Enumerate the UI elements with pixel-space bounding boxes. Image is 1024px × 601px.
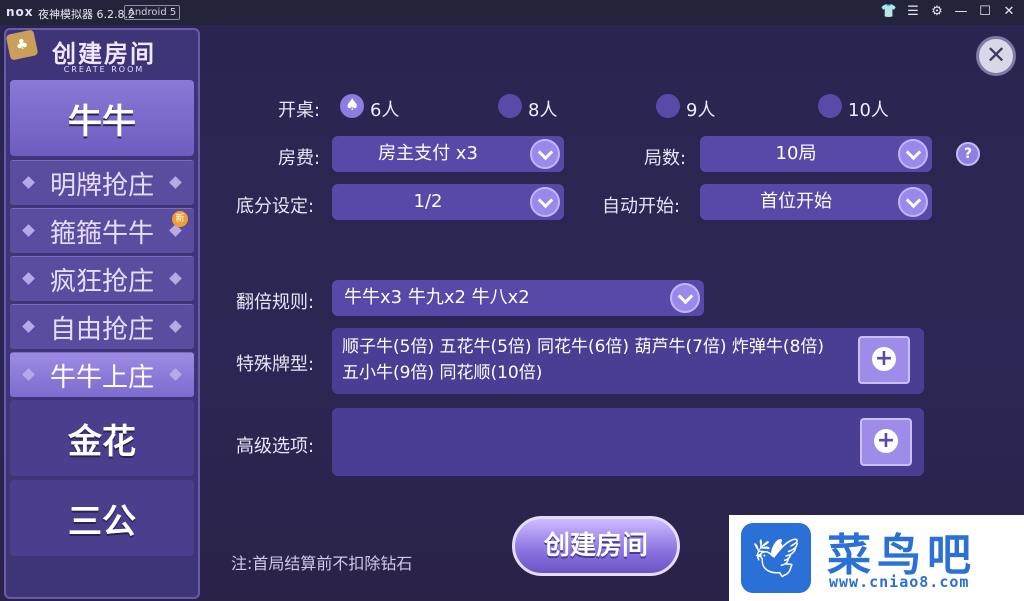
- diamond-icon: [169, 320, 182, 333]
- plus-icon: +: [874, 346, 894, 371]
- mode-label: 自由抢庄: [49, 314, 154, 345]
- chevron-down-icon: [898, 139, 928, 169]
- close-icon[interactable]: ✕: [1000, 3, 1018, 21]
- advanced-field[interactable]: [332, 408, 924, 476]
- create-room-panel: ✕ 开桌: 6人 8人 9人 10人 房费: 房主支付 x3 局数: 10局 ?…: [200, 28, 1024, 599]
- tab-jinhua[interactable]: 金花: [10, 400, 194, 476]
- create-room-button[interactable]: 创建房间: [512, 516, 680, 576]
- tab-label: 三公: [68, 501, 136, 542]
- diamond-icon: [169, 176, 182, 189]
- window-titlebar: nox 夜神模拟器 6.2.8.2 Android 5 👕 ☰ ⚙ — ☐ ✕: [0, 0, 1024, 25]
- mode-shangzhuang[interactable]: 牛牛上庄: [10, 352, 194, 397]
- chevron-down-icon: [530, 187, 560, 217]
- create-room-logo: ♣ 创建房间 CREATE ROOM: [5, 29, 202, 80]
- radio-label-6: 6人: [370, 100, 400, 121]
- gear-icon[interactable]: ⚙: [928, 3, 946, 21]
- bird-logo-icon: 🕊: [741, 523, 811, 593]
- close-button[interactable]: ✕: [976, 36, 1016, 76]
- shirt-icon[interactable]: 👕: [880, 3, 898, 21]
- tab-sangong[interactable]: 三公: [10, 480, 194, 556]
- diamond-icon: [169, 272, 182, 285]
- diamond-icon: [169, 368, 182, 381]
- mode-label: 牛牛上庄: [49, 362, 154, 393]
- base-score-value: 1/2: [413, 191, 443, 212]
- fee-value: 房主支付 x3: [378, 143, 478, 164]
- chevron-down-icon: [670, 283, 700, 313]
- auto-start-value: 首位开始: [760, 191, 832, 212]
- mode-ziyou[interactable]: 自由抢庄: [10, 304, 194, 349]
- base-score-select[interactable]: 1/2: [332, 184, 564, 220]
- double-rules-select[interactable]: 牛牛x3 牛九x2 牛八x2: [332, 280, 704, 316]
- new-badge: 新: [172, 211, 188, 227]
- diamond-icon: [22, 272, 35, 285]
- diamond-icon: [22, 368, 35, 381]
- tab-label: 金花: [68, 421, 136, 462]
- add-advanced-button[interactable]: +: [860, 418, 912, 466]
- diamond-icon: [22, 224, 35, 237]
- android-version-badge: Android 5: [124, 5, 181, 20]
- radio-label-8: 8人: [528, 100, 558, 121]
- help-icon[interactable]: ?: [956, 142, 980, 166]
- mode-gugu[interactable]: 箍箍牛牛 新: [10, 208, 194, 253]
- watermark-url: www.cniao8.com: [829, 573, 970, 591]
- table-size-label: 开桌:: [278, 100, 321, 121]
- rounds-select[interactable]: 10局: [700, 136, 932, 172]
- menu-icon[interactable]: ☰: [904, 3, 922, 21]
- mode-label: 疯狂抢庄: [49, 266, 154, 297]
- advanced-label: 高级选项:: [236, 436, 315, 457]
- minimize-icon[interactable]: —: [952, 3, 970, 21]
- radio-8[interactable]: [498, 94, 522, 118]
- special-types-value: 顺子牛(5倍) 五花牛(5倍) 同花牛(6倍) 葫芦牛(7倍) 炸弹牛(8倍) …: [342, 337, 825, 383]
- rounds-label: 局数:: [644, 148, 687, 169]
- game-sidebar: ♣ 创建房间 CREATE ROOM 牛牛 明牌抢庄 箍箍牛牛 新 疯狂抢庄 自…: [4, 28, 200, 599]
- logo-subtitle: CREATE ROOM: [63, 65, 145, 74]
- maximize-icon[interactable]: ☐: [976, 3, 994, 21]
- mode-mingpai[interactable]: 明牌抢庄: [10, 160, 194, 205]
- double-rules-value: 牛牛x3 牛九x2 牛八x2: [344, 287, 530, 308]
- add-special-button[interactable]: +: [858, 336, 910, 384]
- nox-logo: nox: [6, 5, 34, 19]
- chevron-down-icon: [898, 187, 928, 217]
- diamond-icon: [22, 320, 35, 333]
- diamond-note: 注:首局结算前不扣除钻石: [231, 554, 413, 573]
- special-types-label: 特殊牌型:: [236, 354, 315, 375]
- special-types-field[interactable]: 顺子牛(5倍) 五花牛(5倍) 同花牛(6倍) 葫芦牛(7倍) 炸弹牛(8倍) …: [332, 328, 924, 394]
- radio-6[interactable]: [340, 94, 364, 118]
- radio-10[interactable]: [818, 94, 842, 118]
- auto-start-label: 自动开始:: [602, 196, 681, 217]
- radio-9[interactable]: [656, 94, 680, 118]
- rounds-value: 10局: [775, 143, 817, 164]
- fee-select[interactable]: 房主支付 x3: [332, 136, 564, 172]
- auto-start-select[interactable]: 首位开始: [700, 184, 932, 220]
- radio-label-9: 9人: [686, 100, 716, 121]
- tab-niuniu[interactable]: 牛牛: [10, 80, 194, 156]
- radio-label-10: 10人: [848, 100, 889, 121]
- mode-label: 明牌抢庄: [49, 170, 154, 201]
- fee-label: 房费:: [278, 148, 321, 169]
- watermark: 🕊 菜鸟吧 www.cniao8.com: [729, 515, 1024, 601]
- base-score-label: 底分设定:: [236, 196, 315, 217]
- tab-label: 牛牛: [68, 101, 136, 142]
- mode-label: 箍箍牛牛: [49, 218, 154, 249]
- window-title: 夜神模拟器 6.2.8.2: [38, 8, 135, 21]
- plus-icon: +: [876, 428, 896, 453]
- mode-fengkuang[interactable]: 疯狂抢庄: [10, 256, 194, 301]
- double-rules-label: 翻倍规则:: [236, 292, 315, 313]
- logo-title: 创建房间: [52, 40, 156, 68]
- chevron-down-icon: [530, 139, 560, 169]
- diamond-icon: [22, 176, 35, 189]
